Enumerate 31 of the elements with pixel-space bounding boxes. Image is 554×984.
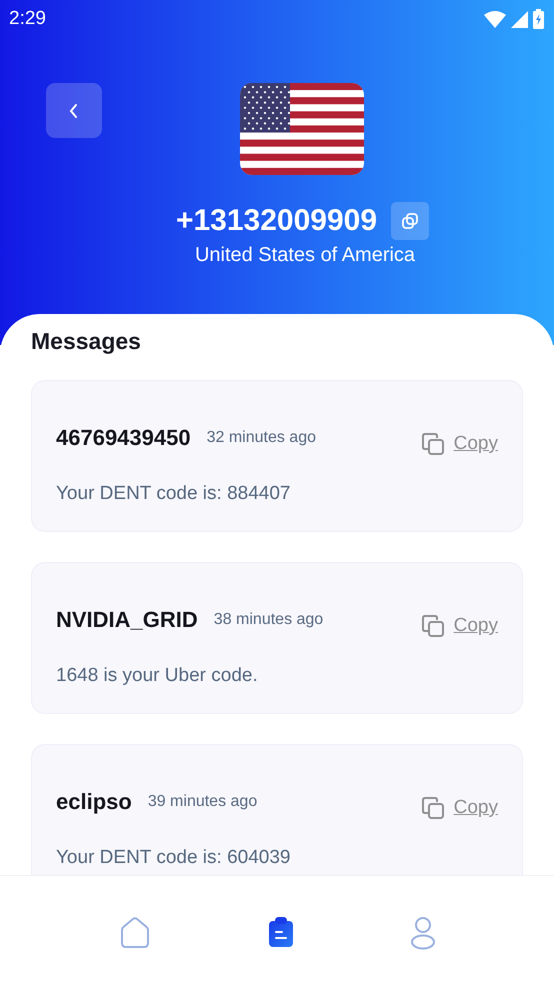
message-time: 32 minutes ago: [206, 429, 316, 447]
message-time: 38 minutes ago: [214, 611, 324, 629]
wifi-icon: [484, 10, 506, 28]
copy-icon: [420, 431, 446, 457]
signal-icon: [511, 10, 528, 28]
status-time: 2:29: [9, 8, 46, 30]
section-title: Messages: [31, 328, 142, 355]
country-name: United States of America: [194, 244, 416, 267]
flag-icon: [240, 83, 364, 175]
person-icon: [410, 916, 436, 950]
copy-button[interactable]: Copy: [420, 613, 498, 639]
copy-button[interactable]: [391, 202, 430, 240]
copy-icon: [420, 795, 446, 821]
profile-tab[interactable]: [408, 914, 438, 952]
copy-icon: [401, 212, 420, 230]
message-time: 39 minutes ago: [148, 793, 258, 811]
home-icon: [118, 916, 152, 950]
sender-name: eclipso: [56, 789, 132, 815]
back-button[interactable]: [46, 83, 102, 138]
clipboard-icon: [268, 916, 294, 948]
sender-name: 46769439450: [56, 425, 191, 451]
copy-button[interactable]: Copy: [420, 795, 498, 821]
messages-tab[interactable]: [266, 914, 296, 950]
copy-button[interactable]: Copy: [420, 431, 498, 457]
message-text: Your DENT code is: 604039: [56, 847, 292, 869]
sender-name: NVIDIA_GRID: [56, 607, 198, 633]
message-text: 1648 is your Uber code.: [56, 665, 259, 687]
message-text: Your DENT code is: 884407: [56, 483, 292, 505]
copy-icon: [420, 613, 446, 639]
phone-number: +13132009909: [176, 204, 378, 238]
battery-icon: [533, 9, 544, 29]
